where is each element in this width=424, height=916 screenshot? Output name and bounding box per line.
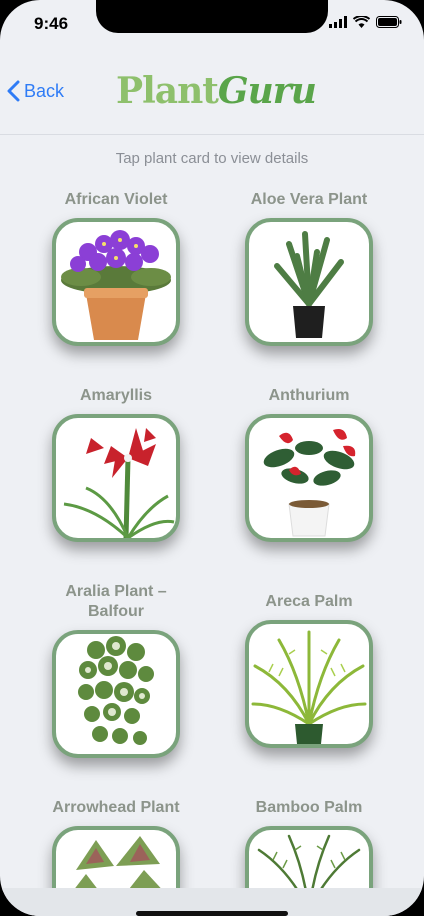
back-button[interactable]: Back	[6, 80, 64, 102]
amaryllis-image	[63, 428, 175, 538]
status-icons	[329, 16, 402, 28]
plant-image-frame[interactable]	[245, 218, 373, 346]
plant-card-areca-palm[interactable]: Areca Palm	[224, 592, 394, 748]
battery-icon	[376, 16, 402, 28]
plant-image-frame[interactable]	[52, 630, 180, 758]
aloe-vera-image	[274, 231, 344, 338]
plant-card-aralia-balfour[interactable]: Aralia Plant – Balfour	[31, 582, 201, 758]
anthurium-image	[263, 429, 356, 537]
plant-card-aloe-vera[interactable]: Aloe Vera Plant	[224, 190, 394, 346]
logo-plant: Plant	[116, 70, 219, 112]
plant-name: Arrowhead Plant	[52, 799, 180, 816]
plant-name: Aloe Vera Plant	[250, 191, 368, 208]
plant-image-frame[interactable]	[245, 414, 373, 542]
app-logo: PlantGuru	[116, 70, 317, 112]
navigation-bar: Back PlantGuru	[0, 56, 424, 135]
african-violet-image	[61, 230, 171, 340]
areca-palm-image	[251, 630, 367, 744]
plant-image-frame[interactable]	[52, 414, 180, 542]
plant-image-frame[interactable]	[52, 218, 180, 346]
home-indicator	[136, 911, 288, 916]
app-screen: 9:46 Back PlantGuru Tap plant card to vi…	[0, 0, 424, 916]
plant-name: Bamboo Palm	[255, 799, 363, 816]
device-notch	[96, 0, 328, 33]
plant-name: Anthurium	[268, 387, 350, 404]
plant-name: Aralia Plant – Balfour	[65, 583, 167, 620]
plant-card-anthurium[interactable]: Anthurium	[224, 386, 394, 542]
wifi-icon	[353, 16, 370, 28]
plant-image-frame[interactable]	[245, 620, 373, 748]
plant-card-amaryllis[interactable]: Amaryllis	[31, 386, 201, 542]
plant-name: Amaryllis	[79, 387, 153, 404]
plant-name: African Violet	[64, 191, 168, 208]
plant-name: Areca Palm	[265, 593, 353, 610]
plant-card-african-violet[interactable]: African Violet	[31, 190, 201, 346]
status-time: 9:46	[34, 14, 69, 33]
signal-icon	[329, 16, 347, 28]
instruction-text: Tap plant card to view details	[115, 150, 309, 167]
logo-guru: Guru	[217, 70, 317, 112]
chevron-left-icon	[7, 80, 20, 102]
aralia-balfour-image	[78, 636, 154, 745]
back-label: Back	[24, 80, 65, 101]
